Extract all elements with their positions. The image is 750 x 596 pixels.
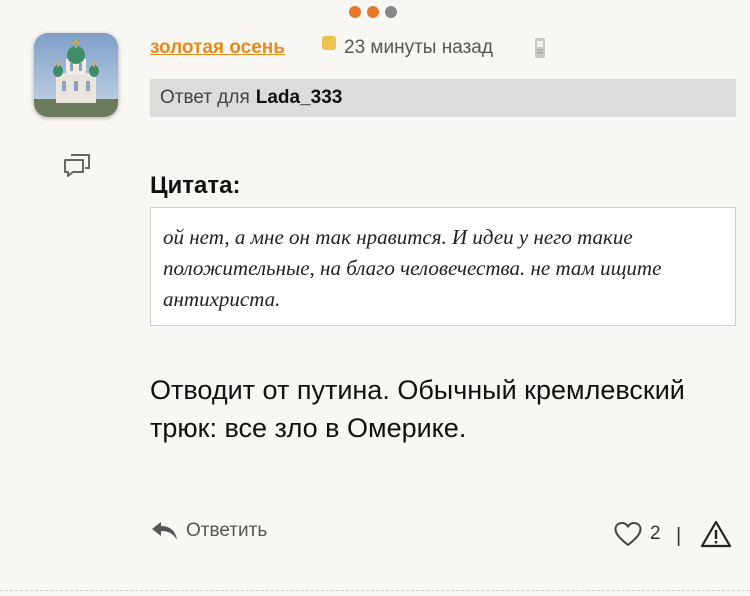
church-image: [34, 33, 118, 117]
heart-icon: [614, 522, 642, 546]
quote-title: Цитата:: [150, 172, 241, 199]
like-button[interactable]: 2: [614, 521, 661, 547]
reply-button-label: Ответить: [186, 520, 268, 541]
replies-icon[interactable]: [62, 152, 92, 178]
comment-body: Отводит от путина. Обычный кремлевский т…: [150, 375, 685, 443]
avatar[interactable]: [34, 33, 118, 117]
bottom-divider: [0, 590, 750, 591]
action-divider: |: [676, 525, 682, 547]
reply-to-bar: Ответ для Lada_333: [150, 79, 736, 117]
pager-dot[interactable]: [367, 6, 379, 18]
pager-dot[interactable]: [385, 6, 397, 18]
pager-dots: [349, 6, 397, 18]
quote-box: ой нет, а мне он так нравится. И идеи у …: [150, 207, 736, 326]
reply-to-label: Ответ для: [160, 87, 250, 108]
author-link[interactable]: золотая осень: [150, 37, 285, 59]
timestamp: 23 минуты назад: [344, 37, 493, 58]
reply-arrow-icon: [152, 522, 177, 540]
like-count: 2: [650, 523, 661, 544]
reply-button[interactable]: Ответить: [150, 520, 267, 542]
pager-dot[interactable]: [349, 6, 361, 18]
reply-to-user[interactable]: Lada_333: [256, 87, 343, 109]
status-badge: [322, 36, 336, 50]
warning-icon[interactable]: [700, 519, 732, 549]
mobile-phone-icon: [535, 38, 545, 58]
